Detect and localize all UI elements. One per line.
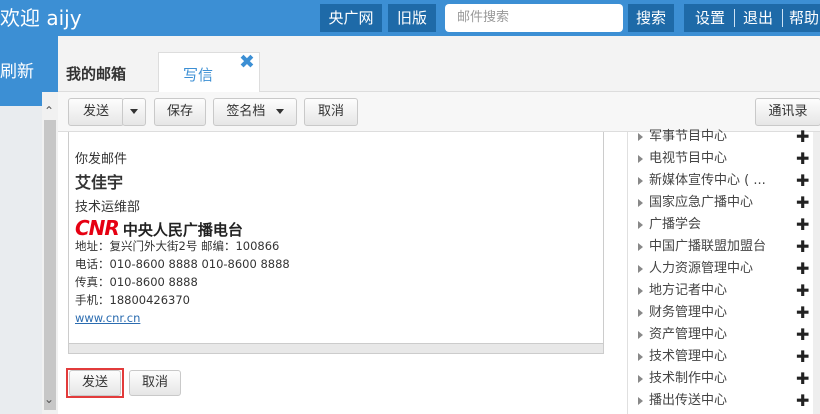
contact-group-item[interactable]: 新媒体宣传中心 ( ... <box>638 170 766 192</box>
contact-group-label: 军事节目中心 <box>649 129 728 144</box>
contact-group-item[interactable]: 电视节目中心 <box>638 148 727 170</box>
message-editor[interactable]: 你发邮件 艾佳宇 技术运维部 CNR 中央人民广播电台 地址：复兴门外大街2号 邮… <box>68 132 604 354</box>
contact-group-label: 电视节目中心 <box>649 151 728 166</box>
contact-group-label: 地方记者中心 <box>649 283 728 298</box>
top-bar: 欢迎 aijy 央广网 旧版 邮件搜索 搜索 设置 退出 帮助 <box>0 0 820 36</box>
tab-my-mailbox[interactable]: 我的邮箱 <box>66 63 126 84</box>
chevron-down-icon <box>275 109 284 114</box>
signature-name: 艾佳宇 <box>75 173 124 192</box>
caret-right-icon <box>638 374 643 383</box>
mail-search-input[interactable]: 邮件搜索 <box>445 4 623 32</box>
contact-group-label: 播出传送中心 <box>649 393 728 408</box>
caret-right-icon <box>638 242 643 251</box>
signature-dept: 技术运维部 <box>75 200 141 215</box>
plus-icon[interactable]: ✚ <box>796 126 809 148</box>
help-link[interactable]: 帮助 <box>784 4 820 32</box>
plus-icon[interactable]: ✚ <box>796 192 809 214</box>
contact-group-label: 国家应急广播中心 <box>649 195 754 210</box>
contact-group-item[interactable]: 军事节目中心 <box>638 126 727 148</box>
plus-icon[interactable]: ✚ <box>796 302 809 324</box>
contact-group-item[interactable]: 国家应急广播中心 <box>638 192 753 214</box>
signature-website-link[interactable]: www.cnr.cn <box>75 311 140 325</box>
send-options-dropdown[interactable] <box>122 98 146 126</box>
cnr-logo-text: 中央人民广播电台 <box>122 221 243 239</box>
contact-group-label: 技术制作中心 <box>649 371 728 386</box>
logout-link[interactable]: 退出 <box>736 4 780 32</box>
signature-fax: 传真：010-8600 8888 <box>75 275 198 289</box>
editor-resize-bar[interactable] <box>69 343 603 353</box>
contact-group-label: 中国广播联盟加盟台 <box>649 239 767 254</box>
plus-icon[interactable]: ✚ <box>796 346 809 368</box>
plus-icon[interactable]: ✚ <box>796 368 809 390</box>
welcome-text: 欢迎 aijy <box>0 6 82 30</box>
caret-right-icon <box>638 264 643 273</box>
contact-group-item[interactable]: 广播学会 <box>638 214 701 236</box>
contact-group-label: 技术管理中心 <box>649 349 728 364</box>
chevron-down-icon[interactable]: ⌄ <box>44 392 54 406</box>
highlight-box <box>66 368 124 398</box>
caret-right-icon <box>638 330 643 339</box>
contact-group-item[interactable]: 技术制作中心 <box>638 368 727 390</box>
contact-group-label: 新媒体宣传中心 ( ... <box>649 173 766 188</box>
scrollbar[interactable] <box>813 132 820 414</box>
save-button[interactable]: 保存 <box>154 98 206 126</box>
search-button[interactable]: 搜索 <box>628 4 674 32</box>
plus-icon[interactable]: ✚ <box>796 170 809 192</box>
plus-icon[interactable]: ✚ <box>796 324 809 346</box>
caret-right-icon <box>638 154 643 163</box>
caret-right-icon <box>638 396 643 405</box>
divider <box>782 9 783 27</box>
caret-right-icon <box>638 220 643 229</box>
caret-right-icon <box>638 176 643 185</box>
send-button[interactable]: 发送 <box>68 98 124 126</box>
contact-group-label: 财务管理中心 <box>649 305 728 320</box>
contacts-panel: 军事节目中心 ✚ 电视节目中心 ✚ 新媒体宣传中心 ( ... ✚ 国家应急广播… <box>627 127 820 414</box>
plus-icon[interactable]: ✚ <box>796 236 809 258</box>
plus-icon[interactable]: ✚ <box>796 258 809 280</box>
contact-group-item[interactable]: 技术管理中心 <box>638 346 727 368</box>
chevron-up-icon[interactable]: ⌃ <box>44 104 54 118</box>
scrollbar-thumb[interactable] <box>44 120 56 410</box>
close-icon[interactable]: ✖ <box>239 51 255 73</box>
chevron-down-icon <box>130 109 138 114</box>
plus-icon[interactable]: ✚ <box>796 148 809 170</box>
plus-icon[interactable]: ✚ <box>796 280 809 302</box>
settings-link[interactable]: 设置 <box>688 4 732 32</box>
plus-icon[interactable]: ✚ <box>796 214 809 236</box>
scrollbar[interactable]: ⌃ ⌄ <box>42 92 58 414</box>
plus-icon[interactable]: ✚ <box>796 390 809 412</box>
contact-group-item[interactable]: 播出传送中心 <box>638 390 727 412</box>
contact-group-item[interactable]: 财务管理中心 <box>638 302 727 324</box>
contact-group-item[interactable]: 地方记者中心 <box>638 280 727 302</box>
signature-mobile: 手机：18800426370 <box>75 293 190 307</box>
old-version-button[interactable]: 旧版 <box>388 4 436 32</box>
contact-group-item[interactable]: 人力资源管理中心 <box>638 258 753 280</box>
caret-right-icon <box>638 286 643 295</box>
caret-right-icon <box>638 352 643 361</box>
contact-group-label: 广播学会 <box>649 217 702 232</box>
caret-right-icon <box>638 198 643 207</box>
caret-right-icon <box>638 132 643 141</box>
signature-phone: 电话：010-8600 8888 010-8600 8888 <box>75 257 290 271</box>
caret-right-icon <box>638 308 643 317</box>
tab-compose-label: 写信 <box>183 66 214 84</box>
cnr-logo: CNR 中央人民广播电台 <box>75 216 243 240</box>
signature-address: 地址：复兴门外大街2号 邮编：100866 <box>75 239 280 253</box>
contact-group-label: 人力资源管理中心 <box>649 261 754 276</box>
tab-compose[interactable]: 写信 ✖ <box>158 51 260 92</box>
cnr-logo-letters: CNR <box>75 216 120 240</box>
contact-group-item[interactable]: 资产管理中心 <box>638 324 727 346</box>
signature-line: 你发邮件 <box>75 152 128 167</box>
tab-bar: 我的邮箱 写信 ✖ <box>58 36 820 92</box>
divider <box>734 9 735 27</box>
cancel-button[interactable]: 取消 <box>304 98 358 126</box>
contacts-button[interactable]: 通讯录 <box>755 98 820 126</box>
contact-group-item[interactable]: 中国广播联盟加盟台 <box>638 236 766 258</box>
contact-group-label: 资产管理中心 <box>649 327 728 342</box>
signature-label: 签名档 <box>226 104 266 119</box>
cnr-site-button[interactable]: 央广网 <box>320 4 382 32</box>
signature-dropdown[interactable]: 签名档 <box>213 98 297 126</box>
bottom-cancel-button[interactable]: 取消 <box>129 370 181 396</box>
